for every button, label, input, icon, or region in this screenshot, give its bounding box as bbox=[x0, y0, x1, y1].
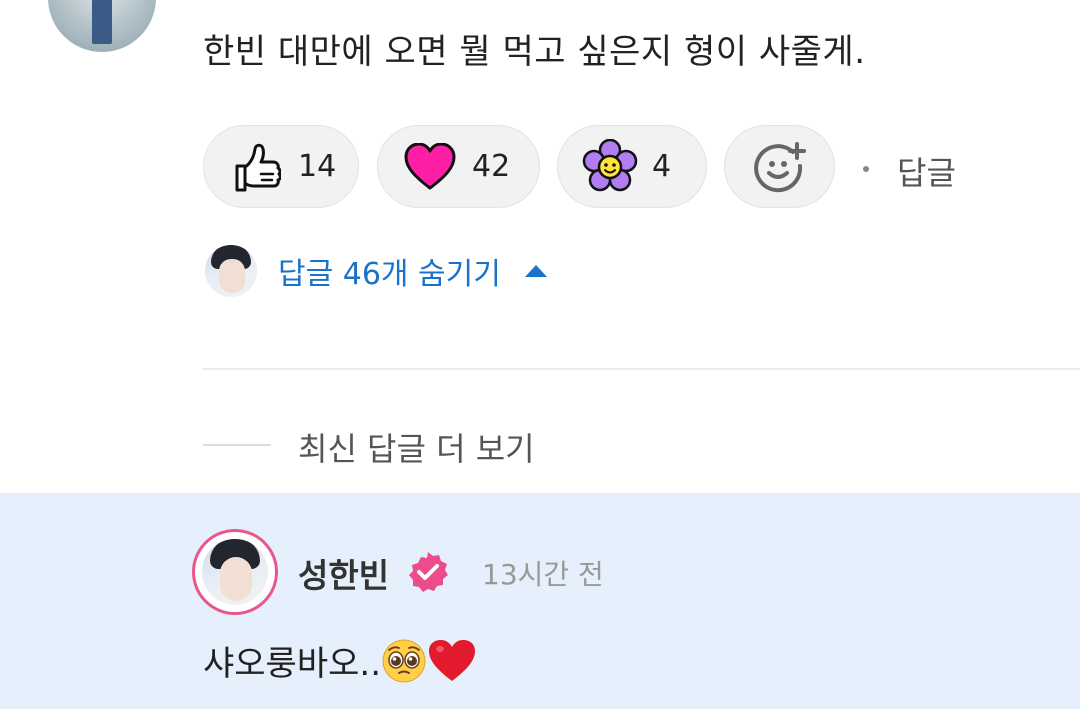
comment-text: 한빈 대만에 오면 뭘 먹고 싶은지 형이 사줄게. bbox=[203, 32, 866, 72]
add-reaction-button[interactable] bbox=[724, 125, 835, 208]
hide-replies-label: 답글 46개 숨기기 bbox=[278, 257, 501, 292]
section-divider bbox=[203, 368, 1080, 370]
pleading-face-emoji bbox=[381, 638, 427, 693]
load-more-replies-link[interactable]: 최신 답글 더 보기 bbox=[298, 424, 535, 470]
reply-author-mini-avatar bbox=[205, 245, 257, 297]
verified-badge-icon bbox=[406, 550, 450, 594]
flower-icon bbox=[582, 138, 638, 195]
like-count: 14 bbox=[298, 149, 337, 184]
heart-icon bbox=[402, 139, 458, 195]
flower-reaction-button[interactable]: 4 bbox=[557, 125, 707, 208]
reply-button[interactable]: 답글 bbox=[897, 148, 956, 194]
reply-text: 샤오룽바오.. bbox=[203, 636, 477, 693]
reply-author-name[interactable]: 성한빈 bbox=[298, 549, 389, 597]
thumbs-up-icon bbox=[228, 139, 284, 195]
highlighted-reply bbox=[0, 493, 1080, 709]
reply-author-avatar[interactable] bbox=[192, 529, 278, 615]
flower-count: 4 bbox=[652, 149, 672, 184]
commenter-avatar[interactable] bbox=[48, 0, 156, 52]
reply-timestamp: 13시간 전 bbox=[482, 558, 604, 591]
heart-reaction-button[interactable]: 42 bbox=[377, 125, 540, 208]
reply-avatar-photo bbox=[202, 539, 268, 605]
more-replies-line bbox=[203, 444, 271, 446]
caret-up-icon bbox=[524, 265, 547, 277]
red-heart-emoji bbox=[427, 638, 477, 693]
avatar-photo-figure bbox=[92, 0, 112, 44]
reply-text-content: 샤오룽바오.. bbox=[203, 644, 382, 684]
hide-replies-toggle[interactable]: 답글 46개 숨기기 bbox=[205, 245, 547, 297]
heart-count: 42 bbox=[472, 149, 511, 184]
separator-dot bbox=[863, 166, 869, 172]
add-reaction-icon bbox=[752, 139, 808, 195]
like-reaction-button[interactable]: 14 bbox=[203, 125, 359, 208]
